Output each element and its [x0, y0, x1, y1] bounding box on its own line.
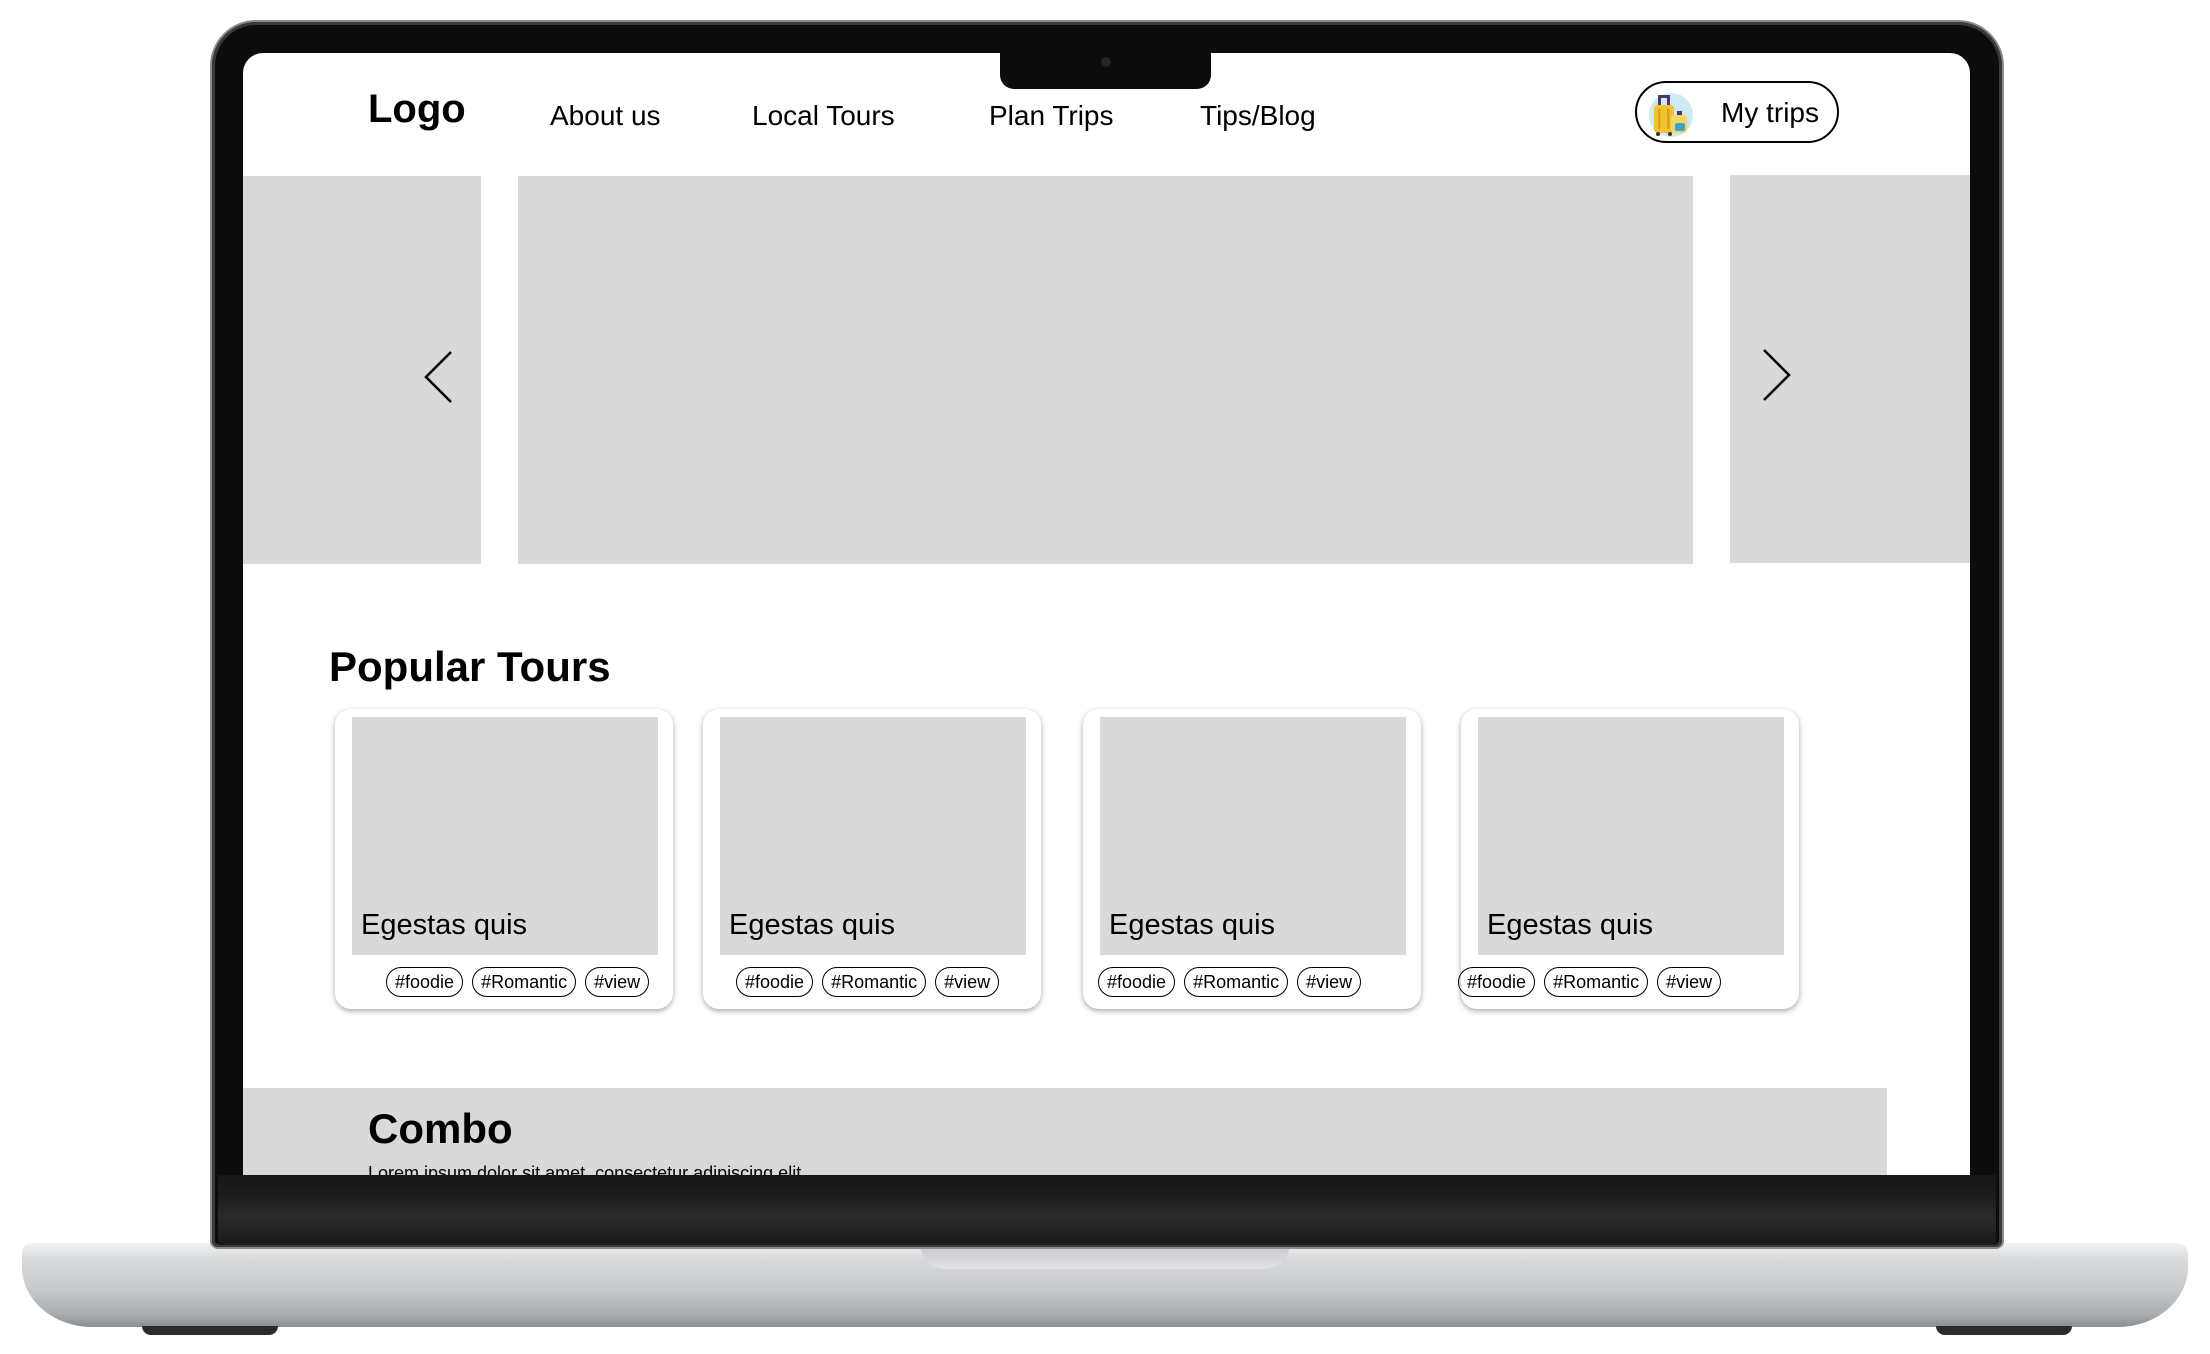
chevron-left-icon[interactable]: [421, 347, 461, 407]
tour-card-tags: #foodie #Romantic #view: [386, 967, 650, 997]
tour-card-title: Egestas quis: [729, 909, 896, 941]
tour-card[interactable]: Egestas quis #foodie #Romantic #view: [1083, 709, 1421, 1009]
laptop-chin: [218, 1175, 1996, 1245]
tour-card-title: Egestas quis: [361, 909, 528, 941]
tour-card[interactable]: Egestas quis #foodie #Romantic #view: [703, 709, 1041, 1009]
laptop-foot-right: [1936, 1326, 2072, 1335]
tag-view[interactable]: #view: [1657, 967, 1722, 997]
combo-description: Lorem ipsum dolor sit amet, consectetur …: [368, 1163, 802, 1175]
tag-romantic[interactable]: #Romantic: [1544, 967, 1649, 997]
tag-foodie[interactable]: #foodie: [386, 967, 464, 997]
laptop-foot-left: [142, 1326, 278, 1335]
tour-card-tags: #foodie #Romantic #view: [1458, 967, 1722, 997]
tag-foodie[interactable]: #foodie: [1098, 967, 1176, 997]
tag-romantic[interactable]: #Romantic: [472, 967, 577, 997]
tag-foodie[interactable]: #foodie: [736, 967, 814, 997]
camera-icon: [1101, 57, 1111, 67]
nav-tips-blog[interactable]: Tips/Blog: [1200, 100, 1316, 132]
luggage-icon: [1649, 93, 1693, 137]
tour-card-tags: #foodie #Romantic #view: [1098, 967, 1362, 997]
nav-local-tours[interactable]: Local Tours: [752, 100, 895, 132]
nav-about-us[interactable]: About us: [550, 100, 661, 132]
tour-card-title: Egestas quis: [1109, 909, 1276, 941]
tour-card-tags: #foodie #Romantic #view: [736, 967, 1000, 997]
chevron-right-icon[interactable]: [1754, 345, 1794, 405]
tag-romantic[interactable]: #Romantic: [1184, 967, 1289, 997]
my-trips-label: My trips: [1721, 97, 1819, 128]
tag-romantic[interactable]: #Romantic: [822, 967, 927, 997]
carousel-slide-current[interactable]: [518, 176, 1693, 564]
website-screen: Logo About us Local Tours Plan Trips Tip…: [243, 53, 1970, 1175]
tour-card-title: Egestas quis: [1487, 909, 1654, 941]
site-logo[interactable]: Logo: [368, 87, 466, 132]
tag-foodie[interactable]: #foodie: [1458, 967, 1536, 997]
laptop-mockup: Logo About us Local Tours Plan Trips Tip…: [0, 0, 2210, 1354]
tag-view[interactable]: #view: [1297, 967, 1362, 997]
popular-tours-title: Popular Tours: [329, 643, 611, 690]
nav-plan-trips[interactable]: Plan Trips: [989, 100, 1114, 132]
tour-card[interactable]: Egestas quis #foodie #Romantic #view: [335, 709, 673, 1009]
tag-view[interactable]: #view: [585, 967, 650, 997]
tour-card[interactable]: Egestas quis #foodie #Romantic #view: [1458, 709, 1799, 1009]
combo-title: Combo: [368, 1105, 513, 1152]
my-trips-button[interactable]: My trips: [1635, 81, 1839, 143]
tag-view[interactable]: #view: [935, 967, 1000, 997]
